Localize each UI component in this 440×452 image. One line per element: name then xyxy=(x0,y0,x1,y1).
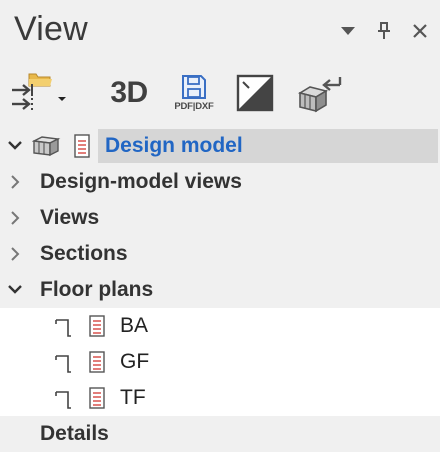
tree-item-label: Floor plans xyxy=(40,278,154,301)
import-model-button[interactable] xyxy=(294,70,348,116)
section-view-button[interactable] xyxy=(232,70,278,116)
tree-item-design-model[interactable]: Design model xyxy=(0,128,440,164)
panel-menu-button[interactable] xyxy=(336,18,360,44)
tree-item-label: Details xyxy=(40,422,109,445)
tree-item-design-model-views[interactable]: Design-model views xyxy=(0,164,440,200)
folder-arrow-icon xyxy=(12,73,66,112)
floor-plan-icon xyxy=(55,355,71,373)
tree-item-label: Design model xyxy=(105,134,243,157)
expander-chevron-right-icon[interactable] xyxy=(6,173,24,191)
panel-title: View xyxy=(14,10,88,48)
selected-label-highlight: Design model xyxy=(98,129,438,163)
tree-item-ba[interactable]: BA xyxy=(0,308,440,344)
tree-item-label: Views xyxy=(40,206,100,229)
close-button[interactable] xyxy=(408,18,432,44)
tree-item-label: Sections xyxy=(40,242,128,265)
view-panel: View 3D PDF|DXF Design model Design-mode… xyxy=(0,0,440,450)
tree-item-gf[interactable]: GF xyxy=(0,344,440,380)
document-icon xyxy=(89,315,105,337)
3d-view-button[interactable]: 3D xyxy=(104,70,154,116)
tree-item-tf[interactable]: TF xyxy=(0,380,440,416)
section-icon xyxy=(236,74,274,112)
open-folder-import-button[interactable] xyxy=(8,70,70,116)
tree-item-label: BA xyxy=(120,314,149,337)
3d-label: 3D xyxy=(110,76,148,109)
model-cube-icon xyxy=(32,136,61,157)
document-icon xyxy=(89,351,105,373)
floor-plans-children: BA GF TF xyxy=(0,308,440,416)
tree-item-details[interactable]: Details xyxy=(0,416,440,452)
floor-plan-icon xyxy=(55,391,71,409)
pin-icon xyxy=(378,22,390,39)
close-icon xyxy=(413,24,427,38)
floppy-disk-icon xyxy=(182,75,206,99)
view-toolbar: 3D PDF|DXF xyxy=(0,64,440,122)
tree-item-sections[interactable]: Sections xyxy=(0,236,440,272)
expander-chevron-down-icon[interactable] xyxy=(6,281,24,299)
expander-chevron-right-icon[interactable] xyxy=(6,209,24,227)
tree-item-views[interactable]: Views xyxy=(0,200,440,236)
floor-plan-icon xyxy=(55,319,71,337)
tree-item-label: GF xyxy=(120,350,150,373)
panel-header: View xyxy=(0,0,440,62)
pdf-dxf-export-button[interactable]: PDF|DXF xyxy=(164,70,224,116)
pin-button[interactable] xyxy=(372,18,396,44)
expander-chevron-right-icon[interactable] xyxy=(6,245,24,263)
tree-item-floor-plans[interactable]: Floor plans xyxy=(0,272,440,308)
tree-item-label: Design-model views xyxy=(40,170,242,193)
document-icon xyxy=(89,387,105,409)
document-icon xyxy=(74,134,90,158)
pdf-dxf-label: PDF|DXF xyxy=(174,101,214,112)
expander-chevron-down-icon[interactable] xyxy=(6,137,24,155)
dropdown-triangle-icon xyxy=(341,27,355,35)
tree-item-label: TF xyxy=(120,386,146,409)
import-model-icon xyxy=(297,77,342,113)
